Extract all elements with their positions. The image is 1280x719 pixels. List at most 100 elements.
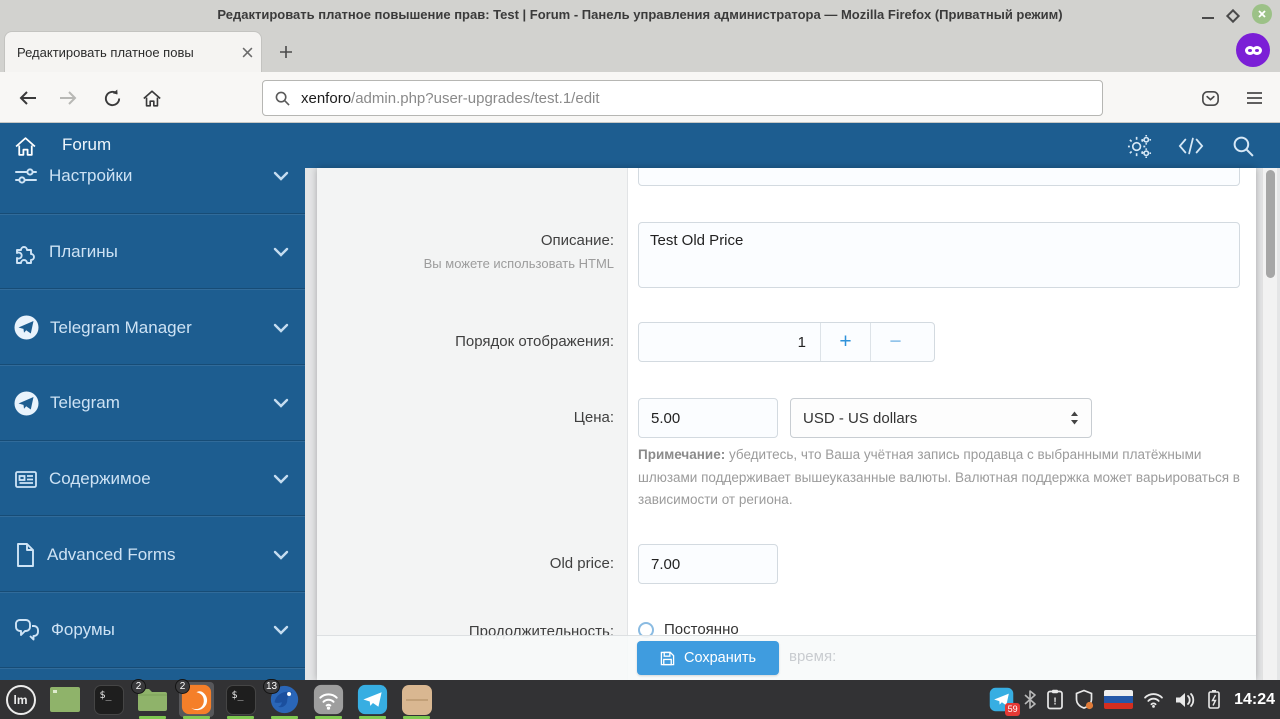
page-scrollbar[interactable] (1262, 168, 1277, 680)
bluetooth-icon (1024, 690, 1036, 709)
note-strong: Примечание: (638, 447, 726, 462)
tab-title: Редактировать платное повы (17, 44, 194, 60)
close-button[interactable] (1252, 4, 1272, 24)
battery-charging-icon (1208, 690, 1220, 709)
sidebar-item-forums[interactable]: Форумы (0, 592, 305, 668)
mint-logo-label: lm (13, 692, 28, 707)
sidebar-item-advanced-forms[interactable]: Advanced Forms (0, 516, 305, 592)
tray-telegram[interactable]: 59 (989, 687, 1021, 716)
maximize-button[interactable] (1225, 8, 1241, 23)
sidebar-item-label: Telegram Manager (50, 317, 192, 337)
old-price-input[interactable] (638, 544, 778, 584)
forward-icon (60, 91, 77, 105)
close-icon (1258, 10, 1266, 18)
currency-selected-value: USD - US dollars (803, 409, 918, 427)
pocket-button[interactable] (1196, 84, 1224, 112)
price-input[interactable] (638, 398, 778, 438)
note-text: убедитесь, что Ваша учётная запись прода… (638, 447, 1240, 507)
description-label: Описание: (540, 232, 614, 249)
terminal-icon: $_ (93, 684, 124, 715)
private-browsing-icon (1236, 33, 1270, 67)
new-tab-button[interactable] (272, 38, 300, 66)
background-text: время: (789, 648, 837, 665)
chevron-down-icon (273, 626, 289, 636)
window-count-badge: 13 (263, 679, 281, 694)
taskbar-firefox[interactable]: 2 (175, 679, 214, 719)
taskbar: lm $_ 2 2 $_ 13 59 ! 14:24 (0, 679, 1280, 719)
sidebar-item-content[interactable]: Содержимое (0, 440, 305, 517)
tab-close-icon[interactable] (242, 47, 253, 58)
taskbar-terminal-1[interactable]: $_ (91, 682, 126, 717)
forward-button[interactable] (54, 84, 82, 112)
window-icon (49, 687, 80, 712)
tray-language-flag[interactable] (1104, 690, 1134, 709)
menu-button[interactable] (1240, 84, 1268, 112)
tab-bar: Редактировать платное повы (0, 28, 1280, 72)
sidebar-item-label: Содержимое (49, 469, 151, 489)
tray-wifi[interactable] (1143, 692, 1164, 708)
reload-button[interactable] (98, 84, 126, 112)
increment-button[interactable]: + (820, 323, 870, 361)
taskbar-thunderbird[interactable]: 13 (263, 679, 302, 719)
taskbar-terminal-2[interactable]: $_ (223, 682, 258, 719)
chevron-down-icon (273, 550, 289, 560)
currency-select[interactable]: USD - US dollars (790, 398, 1092, 438)
window-count-badge: 2 (131, 679, 146, 694)
url-path: /admin.php?user-upgrades/test.1/edit (351, 89, 600, 107)
sidebar-item-telegram-manager[interactable]: Telegram Manager (0, 289, 305, 365)
window-count-badge: 2 (175, 679, 190, 694)
tray-volume[interactable] (1174, 691, 1196, 709)
taskbar-telegram[interactable] (355, 682, 390, 719)
url-text: xenforo/admin.php?user-upgrades/test.1/e… (301, 90, 600, 107)
pocket-icon (1201, 90, 1219, 106)
sidebar-item-telegram[interactable]: Telegram (0, 365, 305, 441)
sidebar-item-partial (0, 667, 305, 680)
unread-count-badge: 59 (1005, 703, 1021, 716)
taskbar-file-manager[interactable]: 2 (131, 679, 170, 719)
wifi-app-icon (313, 684, 344, 715)
admin-home-button[interactable] (12, 133, 38, 159)
save-button[interactable]: Сохранить (637, 641, 779, 675)
back-button[interactable] (14, 84, 42, 112)
save-button-label: Сохранить (683, 650, 757, 666)
reload-icon (104, 88, 120, 106)
chevron-down-icon (273, 323, 289, 333)
home-button[interactable] (138, 84, 166, 112)
url-bar[interactable]: xenforo/admin.php?user-upgrades/test.1/e… (262, 80, 1103, 116)
admin-navbar: Forum (0, 123, 1280, 168)
tray-security-shield[interactable] (1074, 689, 1094, 710)
sidebar-item-label: Форумы (51, 620, 115, 640)
admin-brand[interactable]: Forum (62, 135, 111, 155)
sidebar-item-settings[interactable]: Настройки (0, 168, 305, 214)
sidebar-item-plugins[interactable]: Плагины (0, 213, 305, 290)
admin-search-button[interactable] (1230, 133, 1256, 159)
shield-icon (1075, 689, 1094, 710)
mint-logo-icon: lm (5, 684, 36, 715)
tray-bluetooth[interactable] (1024, 690, 1036, 709)
minimize-button[interactable] (1202, 17, 1214, 19)
taskbar-notes[interactable] (399, 682, 434, 719)
taskbar-network-app[interactable] (311, 682, 346, 719)
window-titlebar: Редактировать платное повышение прав: Te… (0, 0, 1280, 28)
description-textarea[interactable]: Test Old Price (638, 222, 1240, 288)
display-order-input[interactable] (639, 323, 820, 361)
sidebar-item-label: Плагины (49, 242, 118, 262)
browser-tab[interactable]: Редактировать платное повы (4, 31, 262, 72)
scrollbar-thumb[interactable] (1266, 170, 1275, 278)
currency-note: Примечание: убедитесь, что Ваша учётная … (638, 444, 1254, 512)
chevron-down-icon (273, 247, 289, 257)
clipboard-icon: ! (1047, 689, 1063, 710)
taskbar-clock: 14:24 (1234, 690, 1275, 708)
tray-clipboard[interactable]: ! (1046, 689, 1064, 710)
admin-settings-button[interactable] (1126, 133, 1152, 159)
tray-battery[interactable] (1206, 689, 1222, 710)
notes-icon (401, 684, 432, 715)
decrement-button[interactable]: − (870, 323, 920, 361)
taskbar-desktop-window[interactable] (47, 682, 82, 717)
title-input-partial[interactable] (638, 168, 1240, 186)
app-menu-button[interactable]: lm (3, 682, 38, 717)
admin-code-button[interactable] (1178, 133, 1204, 159)
admin-home-icon (15, 136, 35, 156)
sidebar-item-label: Настройки (49, 168, 133, 185)
back-icon (19, 91, 36, 105)
